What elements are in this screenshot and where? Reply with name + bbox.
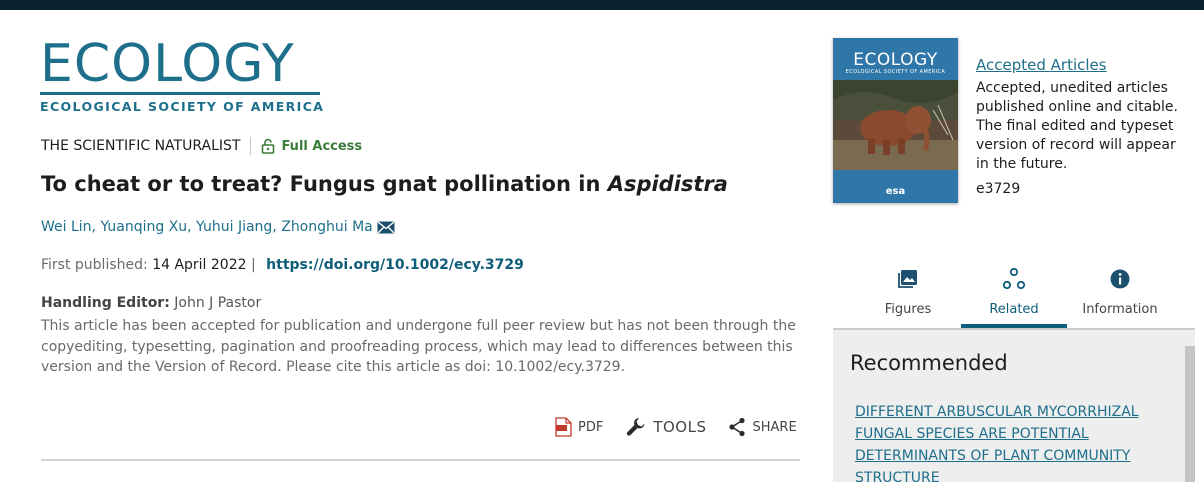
publication-info: First published: 14 April 2022 | https:/… <box>41 257 524 273</box>
journal-logo-society: ECOLOGICAL SOCIETY OF AMERICA <box>40 99 325 114</box>
accepted-articles-link[interactable]: Accepted Articles <box>976 56 1107 74</box>
article-actions: PDF TOOLS SHARE <box>555 416 819 438</box>
content-divider <box>41 459 800 461</box>
info-icon <box>1110 269 1130 289</box>
share-button[interactable]: SHARE <box>728 417 797 437</box>
accepted-articles-description: Accepted, unedited articles published on… <box>976 80 1178 172</box>
tab-related[interactable]: Related <box>961 266 1067 328</box>
tools-label: TOOLS <box>653 418 707 436</box>
divider <box>250 137 252 155</box>
sidebar-tabs: Figures Related Information <box>855 266 1195 328</box>
first-published-label: First published: <box>41 257 148 273</box>
handling-editor: Handling Editor: John J Pastor <box>41 295 261 311</box>
tools-button[interactable]: TOOLS <box>625 416 706 438</box>
recommended-panel: Recommended DIFFERENT ARBUSCULAR MYCORRH… <box>833 330 1195 482</box>
journal-logo[interactable]: ECOLOGY ECOLOGICAL SOCIETY OF AMERICA <box>40 38 330 114</box>
cover-subtitle: ECOLOGICAL SOCIETY OF AMERICA <box>845 69 946 75</box>
share-icon <box>729 417 746 437</box>
article-meta-row: THE SCIENTIFIC NATURALIST Full Access <box>41 137 362 155</box>
image-icon <box>898 270 917 288</box>
tab-figures[interactable]: Figures <box>855 266 961 328</box>
first-published-date: 14 April 2022 <box>152 257 247 273</box>
handling-editor-name: John J Pastor <box>174 295 262 311</box>
article-title-italic: Aspidistra <box>607 172 728 196</box>
pdf-label: PDF <box>578 419 604 435</box>
tab-information[interactable]: Information <box>1067 266 1173 328</box>
tab-figures-label: Figures <box>884 302 932 317</box>
related-icon <box>1002 268 1026 290</box>
pdf-icon <box>555 417 572 437</box>
tab-related-label: Related <box>989 302 1039 317</box>
tab-information-label: Information <box>1082 302 1158 317</box>
article-title-text: To cheat or to treat? Fungus gnat pollin… <box>41 172 608 196</box>
wrench-icon <box>627 418 645 436</box>
unlock-icon <box>262 138 275 154</box>
journal-cover[interactable]: ECOLOGY ECOLOGICAL SOCIETY OF AMERICA es… <box>833 38 958 203</box>
cover-publisher-logo: esa <box>885 186 906 197</box>
cover-elephant-photo <box>833 80 958 170</box>
article-section: THE SCIENTIFIC NATURALIST <box>41 138 241 154</box>
pub-separator: | <box>250 257 256 273</box>
recommended-article-link[interactable]: DIFFERENT ARBUSCULAR MYCORRHIZAL FUNGAL … <box>855 401 1155 482</box>
cover-title: ECOLOGY <box>853 50 938 70</box>
top-bar <box>0 0 1204 10</box>
article-number: e3729 <box>976 181 1021 197</box>
full-access-badge: Full Access <box>281 138 363 154</box>
recommended-scrollbar[interactable] <box>1185 346 1195 482</box>
article-title: To cheat or to treat? Fungus gnat pollin… <box>41 172 728 196</box>
recommended-heading: Recommended <box>850 351 1008 375</box>
doi-link[interactable]: https://doi.org/10.1002/ecy.3729 <box>266 257 524 273</box>
handling-editor-label: Handling Editor: <box>41 295 170 311</box>
email-icon[interactable] <box>377 220 395 234</box>
authors-link[interactable]: Wei Lin, Yuanqing Xu, Yuhui Jiang, Zhong… <box>41 219 373 235</box>
journal-logo-name: ECOLOGY <box>40 34 295 94</box>
share-label: SHARE <box>752 419 797 435</box>
acceptance-notice: This article has been accepted for publi… <box>41 318 796 375</box>
author-list: Wei Lin, Yuanqing Xu, Yuhui Jiang, Zhong… <box>41 219 395 235</box>
pdf-button[interactable]: PDF <box>555 417 603 437</box>
